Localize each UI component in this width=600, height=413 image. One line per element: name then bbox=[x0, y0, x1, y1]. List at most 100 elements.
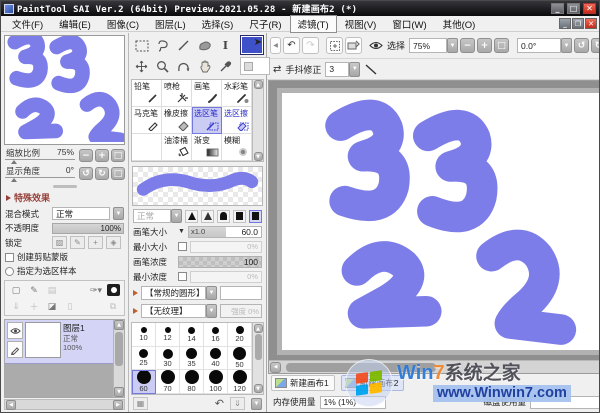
scroll-thumb[interactable] bbox=[115, 332, 123, 366]
menu-edit[interactable]: 编辑(E) bbox=[51, 15, 99, 33]
tool-selection-pen[interactable]: 选区笔 bbox=[192, 107, 222, 134]
size-scroll-up-icon[interactable]: ▲ bbox=[254, 324, 263, 333]
scroll-up-icon[interactable]: ▲ bbox=[114, 320, 124, 330]
canvas-angle-select[interactable]: 0.0° bbox=[517, 38, 561, 53]
shape-extra-field[interactable] bbox=[220, 286, 262, 300]
layer-list-scrollbar[interactable]: ▲ ▼ bbox=[113, 320, 124, 397]
size-80[interactable]: 80 bbox=[180, 370, 204, 394]
zoom-in-button[interactable]: + bbox=[95, 149, 109, 162]
visibility-eye-icon[interactable] bbox=[369, 41, 383, 50]
new-vector-layer-icon[interactable]: ✎ bbox=[27, 284, 41, 297]
tool-marker[interactable]: 马克笔 bbox=[132, 107, 162, 134]
brush-edge-square-icon[interactable] bbox=[249, 210, 262, 223]
merge-down-icon[interactable]: ⇓ bbox=[9, 300, 23, 313]
menu-view[interactable]: 视图(V) bbox=[337, 15, 385, 33]
lock-position-icon[interactable]: + bbox=[88, 236, 103, 249]
tab-canvas1[interactable]: 新建画布1 bbox=[271, 375, 335, 391]
zoom-reset-button[interactable]: □ bbox=[111, 149, 125, 162]
canvas-zoom-in-button[interactable]: + bbox=[477, 38, 492, 53]
tool-scroll-down-icon[interactable]: ▼ bbox=[254, 152, 263, 161]
size-unit-dropdown-icon[interactable]: ▼ bbox=[178, 228, 185, 235]
blend-mode-dropdown-icon[interactable]: ▼ bbox=[113, 207, 124, 220]
rotate-ccw-button[interactable]: ↺ bbox=[79, 167, 93, 180]
menu-layer[interactable]: 图层(L) bbox=[147, 15, 194, 33]
zoom-percent-select[interactable]: 75% bbox=[409, 38, 447, 53]
size-10[interactable]: 10 bbox=[132, 323, 156, 347]
stabilizer-toggle-icon[interactable]: ⇄ bbox=[273, 64, 281, 75]
size-16[interactable]: 16 bbox=[204, 323, 228, 347]
duplicate-layer-icon[interactable]: ⧉ bbox=[106, 300, 120, 313]
size-14[interactable]: 14 bbox=[180, 323, 204, 347]
tool-brush[interactable]: 画笔 bbox=[192, 80, 222, 107]
size-70[interactable]: 70 bbox=[156, 370, 180, 394]
min-density-checkbox[interactable] bbox=[178, 272, 187, 281]
tool-eraser[interactable]: 橡皮擦 bbox=[162, 107, 192, 134]
angle-slider-marker[interactable] bbox=[11, 178, 17, 182]
clipping-mask-row[interactable]: 创建剪贴蒙版 bbox=[1, 250, 128, 264]
layer-visibility-icon[interactable] bbox=[7, 322, 23, 339]
rotate-cw-button[interactable]: ↻ bbox=[95, 167, 109, 180]
menu-window[interactable]: 窗口(W) bbox=[384, 15, 434, 33]
doc-close-button[interactable]: ✕ bbox=[585, 18, 597, 29]
zoom-tool-icon[interactable] bbox=[152, 56, 173, 77]
tool-bucket[interactable]: 油漆桶 bbox=[162, 134, 192, 161]
rect-select-tool-icon[interactable] bbox=[131, 35, 152, 56]
lock-fill-icon[interactable]: ◈ bbox=[106, 236, 121, 249]
undo-button[interactable]: ↶ bbox=[283, 37, 300, 54]
size-scroll-thumb[interactable] bbox=[255, 334, 262, 360]
panel-collapse-icon[interactable]: ◀ bbox=[270, 37, 281, 54]
brush-edge-round-icon[interactable] bbox=[217, 210, 230, 223]
new-layer-icon[interactable]: ▢ bbox=[9, 284, 23, 297]
brush-edge-soft-icon[interactable] bbox=[201, 210, 214, 223]
size-30[interactable]: 30 bbox=[156, 347, 180, 371]
tool-selection-eraser[interactable]: 选区擦 bbox=[222, 107, 252, 134]
tool-airbrush[interactable]: 喷枪 bbox=[162, 80, 192, 107]
canvas-rotate-ccw-button[interactable]: ↺ bbox=[574, 38, 589, 53]
canvas-hscrollbar[interactable]: ◀ ▶ bbox=[269, 360, 600, 373]
lasso-tool-icon[interactable] bbox=[152, 35, 173, 56]
clear-layer-icon[interactable]: ◪ bbox=[45, 300, 59, 313]
reset-brush-icon[interactable]: ↶ bbox=[215, 397, 224, 410]
stabilizer-dropdown-icon[interactable]: ▼ bbox=[349, 62, 360, 77]
shape-expand-icon[interactable] bbox=[133, 290, 138, 296]
doc-restore-button[interactable]: ❐ bbox=[572, 18, 584, 29]
transform-selection-icon[interactable] bbox=[326, 37, 343, 54]
size-35[interactable]: 35 bbox=[180, 347, 204, 371]
size-120[interactable]: 120 bbox=[228, 370, 252, 394]
selection-sample-row[interactable]: 指定为选区样本 bbox=[1, 264, 128, 278]
layer-list-hscrollbar[interactable]: ◀ ▶ bbox=[4, 399, 125, 410]
tool-grid-scrollbar[interactable]: ▲ ▼ bbox=[253, 79, 264, 162]
scroll-right-icon[interactable]: ▶ bbox=[113, 400, 123, 410]
scroll-down-icon[interactable]: ▼ bbox=[114, 387, 124, 397]
tool-watercolor[interactable]: 水彩笔 bbox=[222, 80, 252, 107]
stabilizer-select[interactable]: 3 bbox=[325, 62, 349, 77]
navigator-preview[interactable] bbox=[4, 35, 125, 145]
tool-pencil[interactable]: 铅笔 bbox=[132, 80, 162, 107]
canvas-zoom-reset-button[interactable]: □ bbox=[494, 38, 509, 53]
size-25[interactable]: 25 bbox=[132, 347, 156, 371]
close-button[interactable]: ✕ bbox=[583, 3, 596, 14]
brush-edge-flat-icon[interactable] bbox=[233, 210, 246, 223]
zoom-percent-dropdown-icon[interactable]: ▼ bbox=[447, 38, 458, 53]
canvas-scroll-left-icon[interactable]: ◀ bbox=[270, 362, 281, 373]
size-12[interactable]: 12 bbox=[156, 323, 180, 347]
min-size-field[interactable]: 0% bbox=[190, 241, 262, 253]
panel-divider-handle[interactable] bbox=[53, 185, 77, 188]
tool-blur[interactable]: 模糊 bbox=[222, 134, 252, 161]
size-60-selected[interactable]: 60 bbox=[132, 370, 156, 394]
tab-canvas2[interactable]: 新建画布2 bbox=[341, 375, 405, 391]
min-density-field[interactable]: 0% bbox=[190, 271, 262, 283]
hand-tool-icon[interactable] bbox=[194, 56, 215, 77]
brush-mode-select[interactable]: 正常 bbox=[133, 209, 171, 223]
scroll-left-icon[interactable]: ◀ bbox=[6, 400, 16, 410]
save-brush-icon[interactable]: ⇓ bbox=[230, 397, 245, 410]
menu-ruler[interactable]: 尺子(R) bbox=[241, 15, 289, 33]
min-size-checkbox[interactable] bbox=[178, 242, 187, 251]
angle-reset-button[interactable]: □ bbox=[111, 167, 125, 180]
brush-edge-sharp-icon[interactable] bbox=[185, 210, 198, 223]
footer-dropdown-icon[interactable]: ▼ bbox=[251, 398, 262, 410]
special-effects-header[interactable]: 特殊效果 bbox=[1, 190, 128, 206]
selection-sample-radio[interactable] bbox=[5, 267, 14, 276]
blend-mode-select[interactable]: 正常 bbox=[52, 207, 110, 220]
canvas-rotate-cw-button[interactable]: ↻ bbox=[591, 38, 600, 53]
